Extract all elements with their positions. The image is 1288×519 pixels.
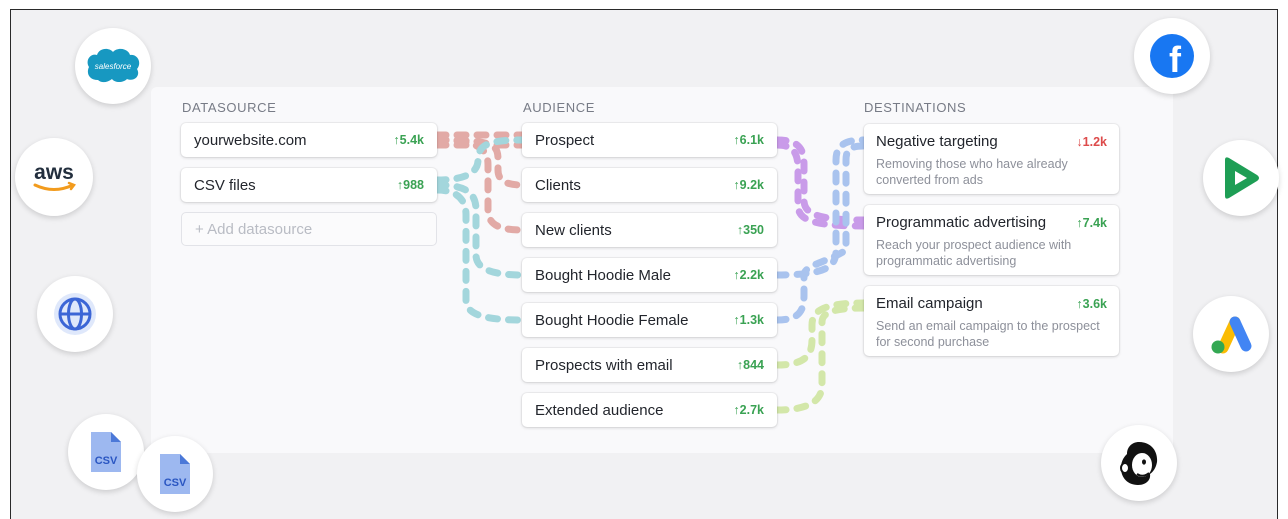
- destination-metric: ↑7.4k: [1076, 216, 1107, 230]
- audience-metric: ↑2.7k: [733, 403, 764, 417]
- google-ads-icon: [1211, 316, 1252, 354]
- audience-metric: ↑2.2k: [733, 268, 764, 282]
- salesforce-icon: salesforce: [87, 48, 140, 83]
- audience-metric: ↑6.1k: [733, 133, 764, 147]
- aws-logo: aws: [15, 138, 93, 216]
- destination-title: Email campaign: [876, 295, 983, 312]
- datasource-metric: ↑988: [397, 178, 424, 192]
- flow-hoodie-negative: [773, 136, 868, 279]
- csv-logo-1: CSV: [68, 414, 144, 490]
- csv-logo-2: CSV: [137, 436, 213, 512]
- metric-value: 9.2k: [739, 178, 764, 192]
- csv-file-icon: CSV: [160, 454, 190, 494]
- salesforce-logo: salesforce: [75, 28, 151, 104]
- audience-label: New clients: [535, 221, 612, 239]
- destination-card-programmatic-advertising[interactable]: Programmatic advertising ↑7.4k Reach you…: [864, 205, 1119, 275]
- metric-value: 1.3k: [739, 313, 764, 327]
- flow-extended-campaign: [773, 304, 868, 414]
- metric-value: 1.2k: [1082, 134, 1107, 149]
- metric-value: 5.4k: [399, 133, 424, 147]
- datasource-metric: ↑5.4k: [393, 133, 424, 147]
- audience-card[interactable]: Prospect ↑6.1k: [522, 123, 777, 157]
- audience-metric: ↑844: [737, 358, 764, 372]
- aws-wordmark: aws: [34, 161, 74, 184]
- destination-title: Negative targeting: [876, 133, 998, 150]
- destination-metric: ↑3.6k: [1076, 297, 1107, 311]
- audience-label: Prospect: [535, 131, 595, 149]
- destination-title: Programmatic advertising: [876, 214, 1047, 231]
- destination-card-negative-targeting[interactable]: Negative targeting ↓1.2k Removing those …: [864, 124, 1119, 194]
- destination-metric: ↓1.2k: [1076, 135, 1107, 149]
- audience-card[interactable]: Prospects with email ↑844: [522, 348, 777, 382]
- metric-value: 2.7k: [739, 403, 764, 417]
- metric-value: 2.2k: [739, 268, 764, 282]
- column-header-destinations: DESTINATIONS: [864, 100, 967, 115]
- audience-card[interactable]: Bought Hoodie Female ↑1.3k: [522, 303, 777, 337]
- destination-card-email-campaign[interactable]: Email campaign ↑3.6k Send an email campa…: [864, 286, 1119, 356]
- audience-metric: ↑9.2k: [733, 178, 764, 192]
- datasource-label: CSV files: [194, 176, 256, 194]
- datasource-card-website[interactable]: yourwebsite.com ↑5.4k: [181, 123, 437, 157]
- audience-card[interactable]: Clients ↑9.2k: [522, 168, 777, 202]
- audience-metric: ↑350: [737, 223, 764, 237]
- facebook-icon: f: [1150, 34, 1194, 80]
- destination-description: Reach your prospect audience with progra…: [876, 238, 1072, 268]
- metric-value: 7.4k: [1082, 215, 1107, 230]
- destination-description: Send an email campaign to the prospect f…: [876, 319, 1100, 349]
- mailchimp-logo: [1101, 425, 1177, 501]
- flow-hoodie-negative-2: [773, 142, 868, 324]
- salesforce-wordmark: salesforce: [95, 62, 132, 71]
- datasource-label: yourwebsite.com: [194, 131, 307, 149]
- google-ads-logo: [1193, 296, 1269, 372]
- audience-label: Clients: [535, 176, 581, 194]
- globe-logo: [37, 276, 113, 352]
- metric-value: 844: [743, 358, 764, 372]
- audience-metric: ↑1.3k: [733, 313, 764, 327]
- datasource-card-csv[interactable]: CSV files ↑988: [181, 168, 437, 202]
- csv-label: CSV: [164, 477, 187, 489]
- metric-value: 6.1k: [739, 133, 764, 147]
- audience-card[interactable]: Extended audience ↑2.7k: [522, 393, 777, 427]
- audience-label: Extended audience: [535, 401, 664, 419]
- google-play-icon: [1225, 157, 1259, 199]
- column-header-datasource: DATASOURCE: [182, 100, 277, 115]
- audience-card[interactable]: Bought Hoodie Male ↑2.2k: [522, 258, 777, 292]
- metric-value: 988: [403, 178, 424, 192]
- globe-icon: [54, 293, 96, 335]
- column-header-audience: AUDIENCE: [523, 100, 595, 115]
- aws-icon: aws: [33, 161, 76, 191]
- flow-prospect-programmatic: [773, 136, 868, 224]
- audience-label: Bought Hoodie Male: [535, 266, 671, 284]
- flow-csv-hoodie-female: [433, 186, 526, 324]
- csv-label: CSV: [95, 455, 118, 467]
- metric-value: 350: [743, 223, 764, 237]
- audience-card[interactable]: New clients ↑350: [522, 213, 777, 247]
- csv-file-icon: CSV: [91, 432, 121, 472]
- facebook-glyph: f: [1169, 39, 1182, 80]
- add-datasource-button[interactable]: + Add datasource: [181, 212, 437, 246]
- facebook-logo: f: [1134, 18, 1210, 94]
- metric-value: 3.6k: [1082, 296, 1107, 311]
- destination-description: Removing those who have already converte…: [876, 157, 1068, 187]
- audience-label: Bought Hoodie Female: [535, 311, 689, 329]
- mailchimp-icon: [1120, 442, 1158, 485]
- play-logo: [1203, 140, 1279, 216]
- audience-label: Prospects with email: [535, 356, 673, 374]
